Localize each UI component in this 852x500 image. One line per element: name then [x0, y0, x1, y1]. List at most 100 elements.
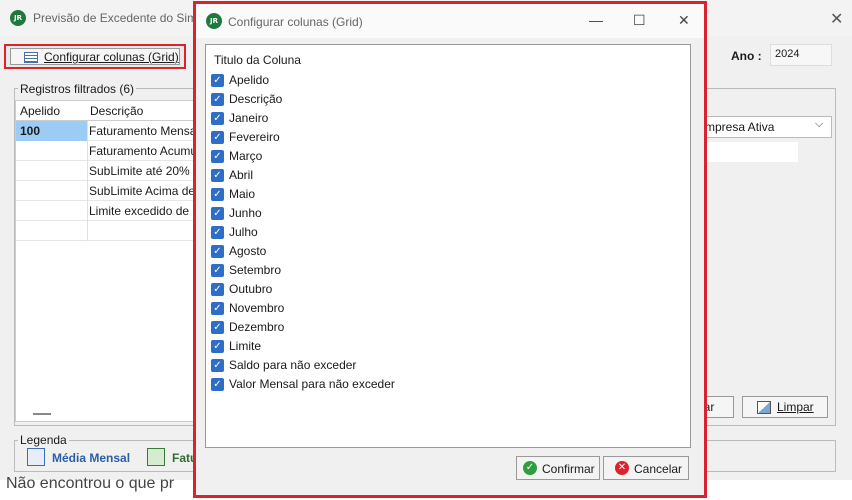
cell-apelido: [16, 141, 88, 161]
list-item-maio[interactable]: ✓ Maio: [211, 185, 255, 203]
cancelar-button[interactable]: ✕ Cancelar: [603, 456, 689, 480]
limpar-button[interactable]: Limpar: [742, 396, 828, 418]
legenda-title: Legenda: [18, 433, 69, 447]
checkbox-checked-icon[interactable]: ✓: [211, 263, 224, 277]
list-item-junho[interactable]: ✓ Junho: [211, 204, 262, 222]
checkbox-checked-icon[interactable]: ✓: [211, 244, 224, 258]
list-item-marco[interactable]: ✓ Março: [211, 147, 262, 165]
list-item-label: Dezembro: [229, 320, 285, 334]
cell-descricao: SubLimite até 20%: [89, 164, 190, 178]
list-item-abril[interactable]: ✓ Abril: [211, 166, 253, 184]
legend-label-media-mensal: Média Mensal: [52, 451, 131, 465]
eraser-icon: [757, 401, 771, 414]
cell-descricao: Faturamento Acumulado: [89, 144, 195, 158]
checkbox-checked-icon[interactable]: ✓: [211, 168, 224, 182]
cell-apelido: 100: [16, 121, 88, 141]
confirmar-button[interactable]: ✓ Confirmar: [516, 456, 600, 480]
list-item-label: Julho: [229, 225, 258, 239]
cell-descricao: SubLimite Acima de 20%: [89, 184, 195, 198]
checkbox-checked-icon[interactable]: ✓: [211, 282, 224, 296]
cell-apelido: [16, 161, 88, 181]
table-row[interactable]: SubLimite até 20%: [16, 161, 196, 181]
checkbox-checked-icon[interactable]: ✓: [211, 301, 224, 315]
list-item-label: Apelido: [229, 73, 270, 87]
minimize-icon[interactable]: —: [589, 12, 603, 28]
list-item-label: Abril: [229, 168, 254, 182]
dialog-title: Configurar colunas (Grid): [228, 15, 363, 29]
checkbox-checked-icon[interactable]: ✓: [211, 92, 224, 106]
list-item-janeiro[interactable]: ✓ Janeiro: [211, 109, 268, 127]
list-item-saldo[interactable]: ✓ Saldo para não exceder: [211, 356, 356, 374]
checkbox-checked-icon[interactable]: ✓: [211, 73, 224, 87]
confirmar-label: Confirmar: [542, 462, 595, 476]
column-header-descricao[interactable]: Descrição: [90, 104, 143, 118]
list-item-valor-mensal[interactable]: ✓ Valor Mensal para não exceder: [211, 375, 395, 393]
list-item-setembro[interactable]: ✓ Setembro: [211, 261, 281, 279]
table-row[interactable]: [16, 221, 196, 241]
empresa-select[interactable]: mpresa Ativa: [700, 116, 832, 138]
checkbox-checked-icon[interactable]: ✓: [211, 377, 224, 391]
list-item-label: Março: [229, 149, 263, 163]
dialog-logo-icon: JR: [206, 13, 222, 29]
list-item-descricao[interactable]: ✓ Descrição: [211, 90, 282, 108]
configurar-colunas-dialog: JR Configurar colunas (Grid) — ☐ ✕ Titul…: [193, 1, 707, 498]
list-item-label: Descrição: [229, 92, 283, 106]
close-icon[interactable]: ✕: [678, 12, 690, 29]
legend-swatch-blue: [27, 448, 45, 466]
list-item-label: Setembro: [229, 263, 282, 277]
checkbox-checked-icon[interactable]: ✓: [211, 225, 224, 239]
column-header-apelido[interactable]: Apelido: [20, 104, 60, 118]
grid-header: Apelido Descrição: [16, 101, 194, 121]
checkbox-checked-icon[interactable]: ✓: [211, 320, 224, 334]
checkbox-checked-icon[interactable]: ✓: [211, 111, 224, 125]
table-row[interactable]: Faturamento Acumulado: [16, 141, 196, 161]
list-item-label: Junho: [229, 206, 262, 220]
check-circle-icon: ✓: [523, 461, 537, 475]
checkbox-checked-icon[interactable]: ✓: [211, 187, 224, 201]
list-item-label: Outubro: [229, 282, 273, 296]
list-item-label: Limite: [229, 339, 262, 353]
list-item-outubro[interactable]: ✓ Outubro: [211, 280, 272, 298]
list-item-fevereiro[interactable]: ✓ Fevereiro: [211, 128, 280, 146]
chevron-down-icon[interactable]: ⌵: [815, 118, 823, 131]
checkbox-checked-icon[interactable]: ✓: [211, 149, 224, 163]
list-item-limite[interactable]: ✓ Limite: [211, 337, 261, 355]
main-close-icon[interactable]: ✕: [830, 9, 843, 29]
column-list[interactable]: Titulo da Coluna ✓ Apelido ✓ Descrição ✓…: [205, 44, 691, 448]
list-item-agosto[interactable]: ✓ Agosto: [211, 242, 266, 260]
table-row[interactable]: SubLimite Acima de 20%: [16, 181, 196, 201]
filter-input[interactable]: [700, 142, 798, 162]
table-row[interactable]: 100 Faturamento Mensal: [16, 121, 196, 141]
list-item-label: Valor Mensal para não exceder: [229, 377, 395, 391]
grid-icon: [24, 52, 38, 63]
cell-descricao: Faturamento Mensal: [89, 124, 195, 138]
app-logo-icon: JR: [10, 10, 26, 26]
legend-swatch-green: [147, 448, 165, 466]
dialog-titlebar: JR Configurar colunas (Grid) — ☐ ✕: [196, 4, 704, 38]
configurar-colunas-button[interactable]: Configurar colunas (Grid): [4, 44, 186, 69]
legend-label-faturamento: Fatu: [172, 451, 194, 465]
list-item-label: Janeiro: [229, 111, 269, 125]
list-header: Titulo da Coluna: [214, 53, 301, 67]
help-link-text: Não encontrou o que pr: [6, 475, 175, 492]
maximize-icon[interactable]: ☐: [633, 12, 646, 29]
list-item-novembro[interactable]: ✓ Novembro: [211, 299, 284, 317]
registros-title: Registros filtrados (6): [18, 82, 137, 96]
ano-input[interactable]: 2024: [770, 44, 832, 66]
main-window-title: Previsão de Excedente do Simp: [33, 11, 204, 25]
grid-scrollbar[interactable]: [33, 413, 51, 415]
cancelar-label: Cancelar: [634, 462, 683, 476]
list-item-dezembro[interactable]: ✓ Dezembro: [211, 318, 284, 336]
registros-grid[interactable]: Apelido Descrição 100 Faturamento Mensal…: [15, 100, 196, 422]
cell-apelido: [16, 181, 88, 201]
checkbox-checked-icon[interactable]: ✓: [211, 206, 224, 220]
table-row[interactable]: Limite excedido de 20%: [16, 201, 196, 221]
checkbox-checked-icon[interactable]: ✓: [211, 358, 224, 372]
list-item-label: Saldo para não exceder: [229, 358, 357, 372]
cell-apelido: [16, 201, 88, 221]
limpar-label: Limpar: [777, 400, 814, 414]
list-item-julho[interactable]: ✓ Julho: [211, 223, 258, 241]
list-item-apelido[interactable]: ✓ Apelido: [211, 71, 269, 89]
checkbox-checked-icon[interactable]: ✓: [211, 339, 224, 353]
checkbox-checked-icon[interactable]: ✓: [211, 130, 224, 144]
